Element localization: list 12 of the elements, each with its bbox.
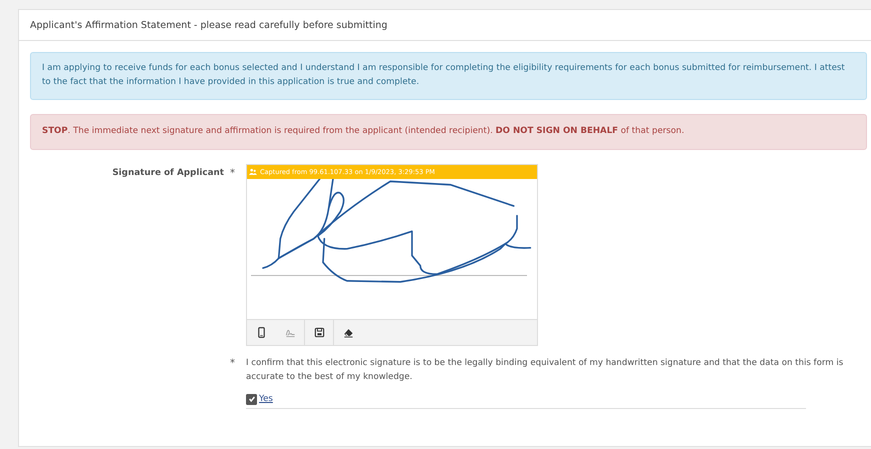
checkbox[interactable] [246,394,257,405]
field-label: Signature of Applicant [112,168,224,180]
confirmation-text: I confirm that this electronic signature is to be the legally binding equivalent of my handwritten signature and that the data on this form is accurate to the best of my knowledge. [246,356,844,384]
info-alert: I am applying to receive funds for each bonus selected and I understand I am responsible for completing the eligibility requirements for each bonus submitted for reimbursement. I attest to the fact that the information I have provided in this application is true and complete. [30,52,867,100]
required-mark: * [230,168,235,181]
panel-title: Applicant's Affirmation Statement - please read carefully before submitting [30,20,388,30]
warning-alert: STOP. The immediate next signature and affirmation is required from the applicant (intended recipient). DO NOT SIGN ON BEHALF of that person. [30,114,867,150]
eraser-icon [343,326,354,338]
required-mark: * [229,356,236,371]
phone-icon [256,326,267,338]
yes-link[interactable]: Yes [259,394,273,404]
people-icon [249,168,257,176]
